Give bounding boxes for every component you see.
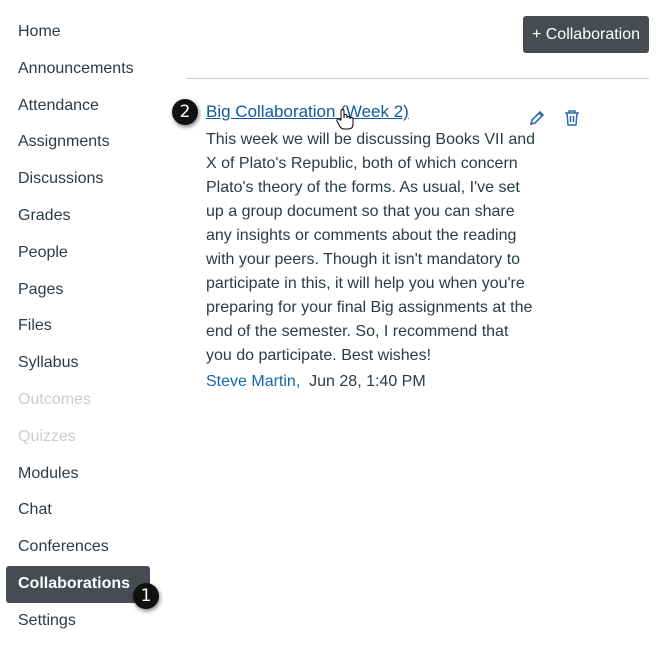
nav-outcomes[interactable]: Outcomes: [6, 382, 156, 419]
nav-conferences[interactable]: Conferences: [6, 529, 156, 566]
add-collaboration-button[interactable]: + Collaboration: [523, 16, 649, 53]
divider: [186, 78, 649, 79]
pencil-icon[interactable]: [528, 109, 546, 132]
nav-syllabus[interactable]: Syllabus: [6, 345, 156, 382]
nav-modules[interactable]: Modules: [6, 456, 156, 493]
author-link[interactable]: Steve Martin,: [206, 373, 300, 390]
nav-home[interactable]: Home: [6, 14, 156, 51]
collaboration-date: Jun 28, 1:40 PM: [309, 373, 426, 390]
nav-settings[interactable]: Settings: [6, 603, 156, 640]
collaboration-meta: Steve Martin, Jun 28, 1:40 PM: [206, 370, 536, 394]
nav-grades[interactable]: Grades: [6, 198, 156, 235]
callout-badge-1: 1: [133, 583, 159, 609]
nav-quizzes[interactable]: Quizzes: [6, 419, 156, 456]
collaboration-title-link[interactable]: Big Collaboration (Week 2): [206, 99, 536, 125]
nav-announcements[interactable]: Announcements: [6, 51, 156, 88]
nav-chat[interactable]: Chat: [6, 492, 156, 529]
course-navigation: Home Announcements Attendance Assignment…: [6, 14, 156, 640]
nav-files[interactable]: Files: [6, 308, 156, 345]
nav-people[interactable]: People: [6, 235, 156, 272]
nav-assignments[interactable]: Assignments: [6, 124, 156, 161]
nav-collaborations[interactable]: Collaborations: [6, 565, 150, 603]
hand-cursor-icon: [336, 108, 354, 135]
callout-badge-2: 2: [172, 99, 198, 125]
trash-icon[interactable]: [563, 109, 581, 132]
collaboration-description: This week we will be discussing Books VI…: [206, 131, 536, 364]
nav-attendance[interactable]: Attendance: [6, 88, 156, 125]
collaboration-item: Big Collaboration (Week 2) This week we …: [206, 99, 536, 394]
nav-discussions[interactable]: Discussions: [6, 161, 156, 198]
nav-pages[interactable]: Pages: [6, 272, 156, 309]
